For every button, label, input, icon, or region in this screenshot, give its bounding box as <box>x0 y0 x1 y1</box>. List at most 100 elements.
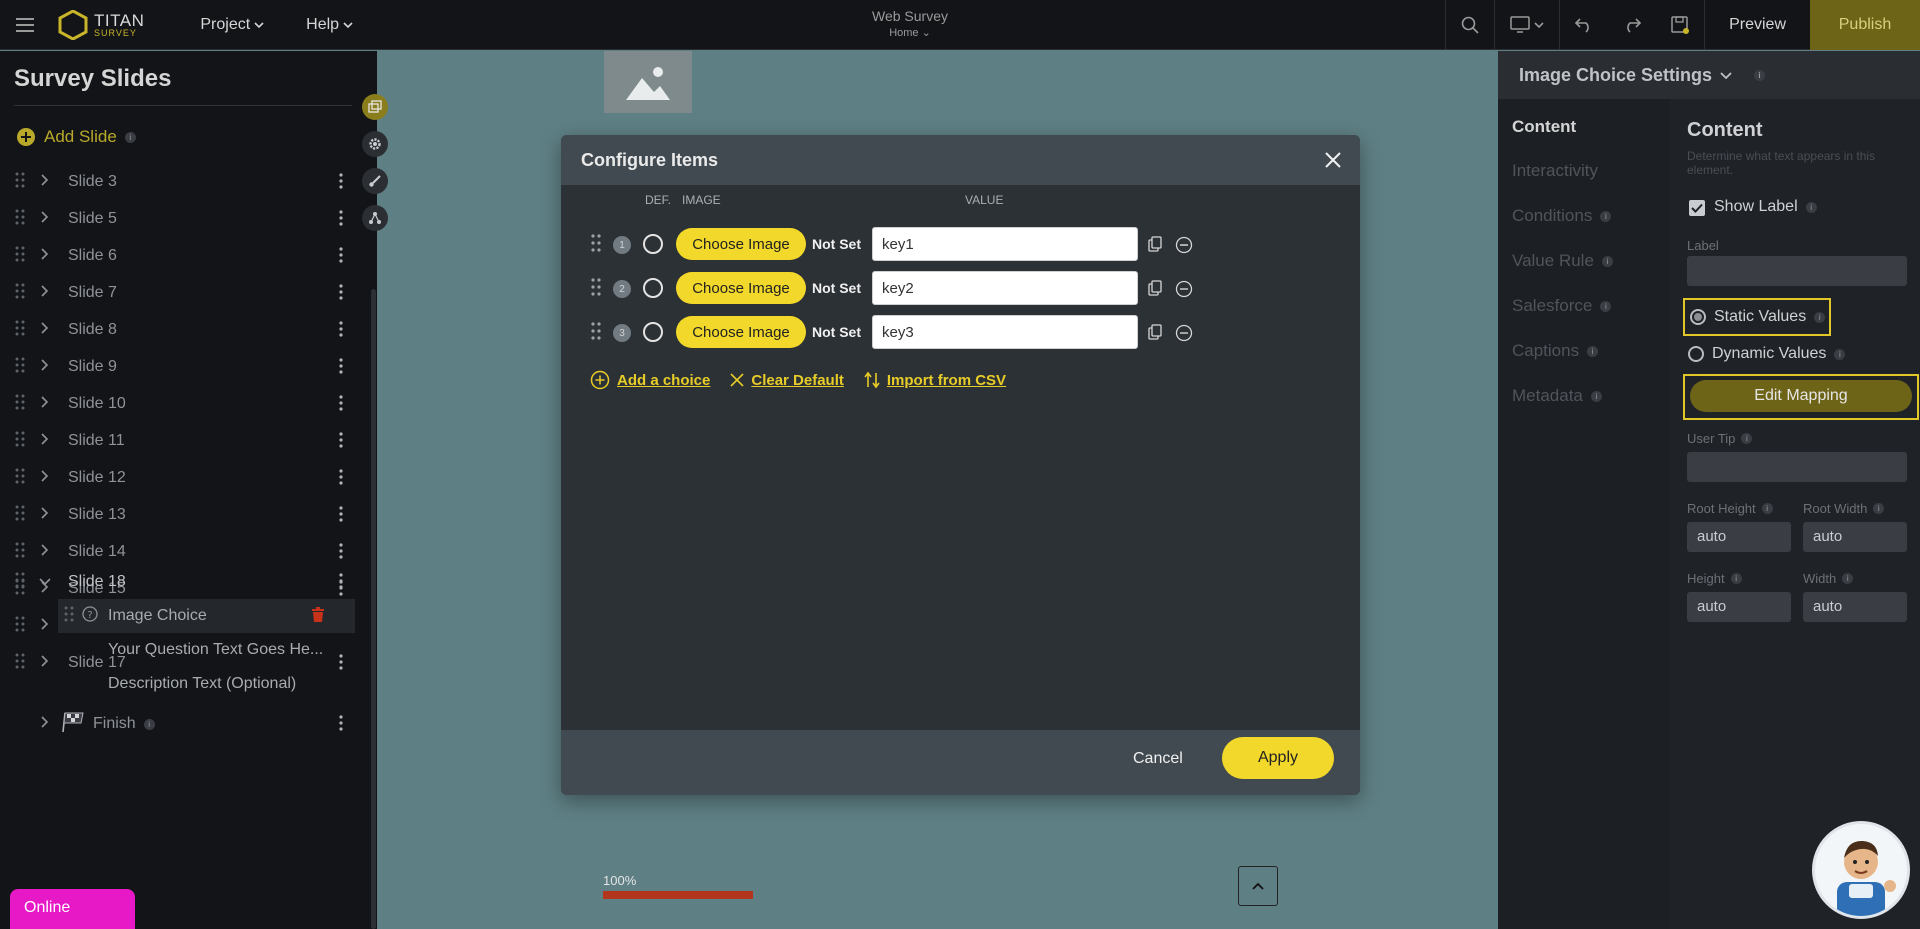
connections-icon[interactable] <box>362 205 388 231</box>
settings-header[interactable]: Image Choice Settings i <box>1498 51 1920 99</box>
undo-icon[interactable] <box>1560 0 1608 50</box>
edit-mapping-button[interactable]: Edit Mapping <box>1690 380 1912 412</box>
width-input[interactable]: auto <box>1803 592 1907 622</box>
info-icon[interactable]: i <box>1873 503 1885 514</box>
info-icon[interactable]: i <box>1814 311 1826 323</box>
slide-row[interactable]: Slide 8 <box>0 313 355 347</box>
gear-icon[interactable] <box>362 131 388 157</box>
image-placeholder[interactable] <box>604 51 692 113</box>
copy-icon[interactable] <box>1148 324 1162 343</box>
settings-nav-conditions[interactable]: Conditions i <box>1512 206 1612 226</box>
drag-handle-icon[interactable] <box>15 616 29 637</box>
choice-value-input[interactable] <box>872 271 1138 305</box>
info-icon[interactable]: i <box>1600 300 1612 312</box>
info-icon[interactable]: i <box>124 131 136 143</box>
slide-row[interactable]: Slide 5 <box>0 202 355 236</box>
assistant-avatar[interactable] <box>1812 821 1910 919</box>
copy-icon[interactable] <box>1148 280 1162 299</box>
clear-default-link[interactable]: Clear Default <box>730 372 844 389</box>
slide-row-finish[interactable]: Finish i <box>0 707 355 741</box>
chevron-right-icon[interactable] <box>39 210 53 228</box>
root-height-input[interactable]: auto <box>1687 522 1791 552</box>
chevron-right-icon[interactable] <box>39 321 53 339</box>
choose-image-button[interactable]: Choose Image <box>676 228 806 260</box>
default-radio[interactable] <box>643 322 663 342</box>
info-icon[interactable]: i <box>1741 433 1753 444</box>
info-icon[interactable]: i <box>143 718 155 730</box>
help-menu[interactable]: Help <box>306 16 353 34</box>
chevron-right-icon[interactable] <box>39 469 53 487</box>
chevron-right-icon[interactable] <box>39 432 53 450</box>
settings-nav-content[interactable]: Content <box>1512 117 1576 137</box>
cancel-button[interactable]: Cancel <box>1133 750 1183 768</box>
user-tip-input[interactable] <box>1687 452 1907 482</box>
drag-handle-icon[interactable] <box>15 283 29 304</box>
more-options-icon[interactable] <box>339 210 343 231</box>
more-options-icon[interactable] <box>339 469 343 490</box>
info-icon[interactable]: i <box>1600 210 1612 222</box>
height-input[interactable]: auto <box>1687 592 1791 622</box>
online-status-badge[interactable]: Online <box>10 889 135 929</box>
chevron-right-icon[interactable] <box>39 617 53 635</box>
copy-icon[interactable] <box>1148 236 1162 255</box>
search-icon[interactable] <box>1446 0 1494 50</box>
drag-handle-icon[interactable] <box>15 431 29 452</box>
more-options-icon[interactable] <box>339 358 343 379</box>
dynamic-values-option[interactable]: Dynamic Values i <box>1688 345 1846 363</box>
more-options-icon[interactable] <box>339 247 343 268</box>
slide-row[interactable]: Slide 12 <box>0 461 355 495</box>
chevron-right-icon[interactable] <box>39 358 53 376</box>
slide-row[interactable]: Slide 6 <box>0 239 355 273</box>
dynamic-values-radio[interactable] <box>1688 346 1704 362</box>
more-options-icon[interactable] <box>339 506 343 527</box>
slide-row-18[interactable]: Slide 18 <box>0 565 355 599</box>
layers-icon[interactable] <box>362 94 388 120</box>
choose-image-button[interactable]: Choose Image <box>676 272 806 304</box>
more-options-icon[interactable] <box>339 173 343 194</box>
save-icon[interactable] <box>1656 0 1704 50</box>
drag-handle-icon[interactable] <box>64 606 74 627</box>
drag-handle-icon[interactable] <box>15 320 29 341</box>
more-options-icon[interactable] <box>339 543 343 564</box>
settings-nav-value-rule[interactable]: Value Rule i <box>1512 251 1613 271</box>
slide-row[interactable]: Slide 13 <box>0 498 355 532</box>
slide-row[interactable]: Slide 10 <box>0 387 355 421</box>
scroll-up-button[interactable] <box>1238 866 1278 906</box>
remove-circle-icon[interactable] <box>1175 280 1193 301</box>
slide-row[interactable]: Slide 14 <box>0 535 355 569</box>
chevron-right-icon[interactable] <box>39 506 53 524</box>
device-preview-dropdown[interactable] <box>1495 0 1559 50</box>
root-width-input[interactable]: auto <box>1803 522 1907 552</box>
drag-handle-icon[interactable] <box>15 209 29 230</box>
publish-button[interactable]: Publish <box>1810 0 1920 50</box>
default-radio[interactable] <box>643 278 663 298</box>
default-radio[interactable] <box>643 234 663 254</box>
more-options-icon[interactable] <box>339 321 343 342</box>
more-options-icon[interactable] <box>339 573 343 594</box>
element-row-description-text[interactable]: Description Text (Optional) <box>58 667 355 701</box>
chevron-right-icon[interactable] <box>39 247 53 265</box>
hamburger-icon[interactable] <box>0 0 50 50</box>
drag-handle-icon[interactable] <box>15 357 29 378</box>
chevron-right-icon[interactable] <box>39 715 53 733</box>
info-icon[interactable]: i <box>1730 573 1742 584</box>
static-values-radio[interactable] <box>1690 309 1706 325</box>
sidebar-scrollbar[interactable] <box>371 289 376 929</box>
import-csv-link[interactable]: Import from CSV <box>864 371 1006 389</box>
remove-circle-icon[interactable] <box>1175 236 1193 257</box>
label-input[interactable] <box>1687 256 1907 286</box>
drag-handle-icon[interactable] <box>15 505 29 526</box>
drag-handle-icon[interactable] <box>15 394 29 415</box>
titan-logo[interactable]: TITAN SURVEY <box>58 9 144 40</box>
trash-icon[interactable] <box>311 607 325 628</box>
settings-nav-metadata[interactable]: Metadata i <box>1512 386 1602 406</box>
drag-handle-icon[interactable] <box>15 572 29 593</box>
document-title[interactable]: Web Survey Home ⌄ <box>860 8 960 39</box>
show-label-checkbox[interactable] <box>1689 200 1705 216</box>
slide-row[interactable]: Slide 7 <box>0 276 355 310</box>
more-options-icon[interactable] <box>339 715 343 736</box>
drag-handle-icon[interactable] <box>591 322 601 343</box>
slide-row[interactable]: Slide 9 <box>0 350 355 384</box>
project-menu[interactable]: Project <box>200 16 264 34</box>
info-icon[interactable]: i <box>1587 345 1599 357</box>
